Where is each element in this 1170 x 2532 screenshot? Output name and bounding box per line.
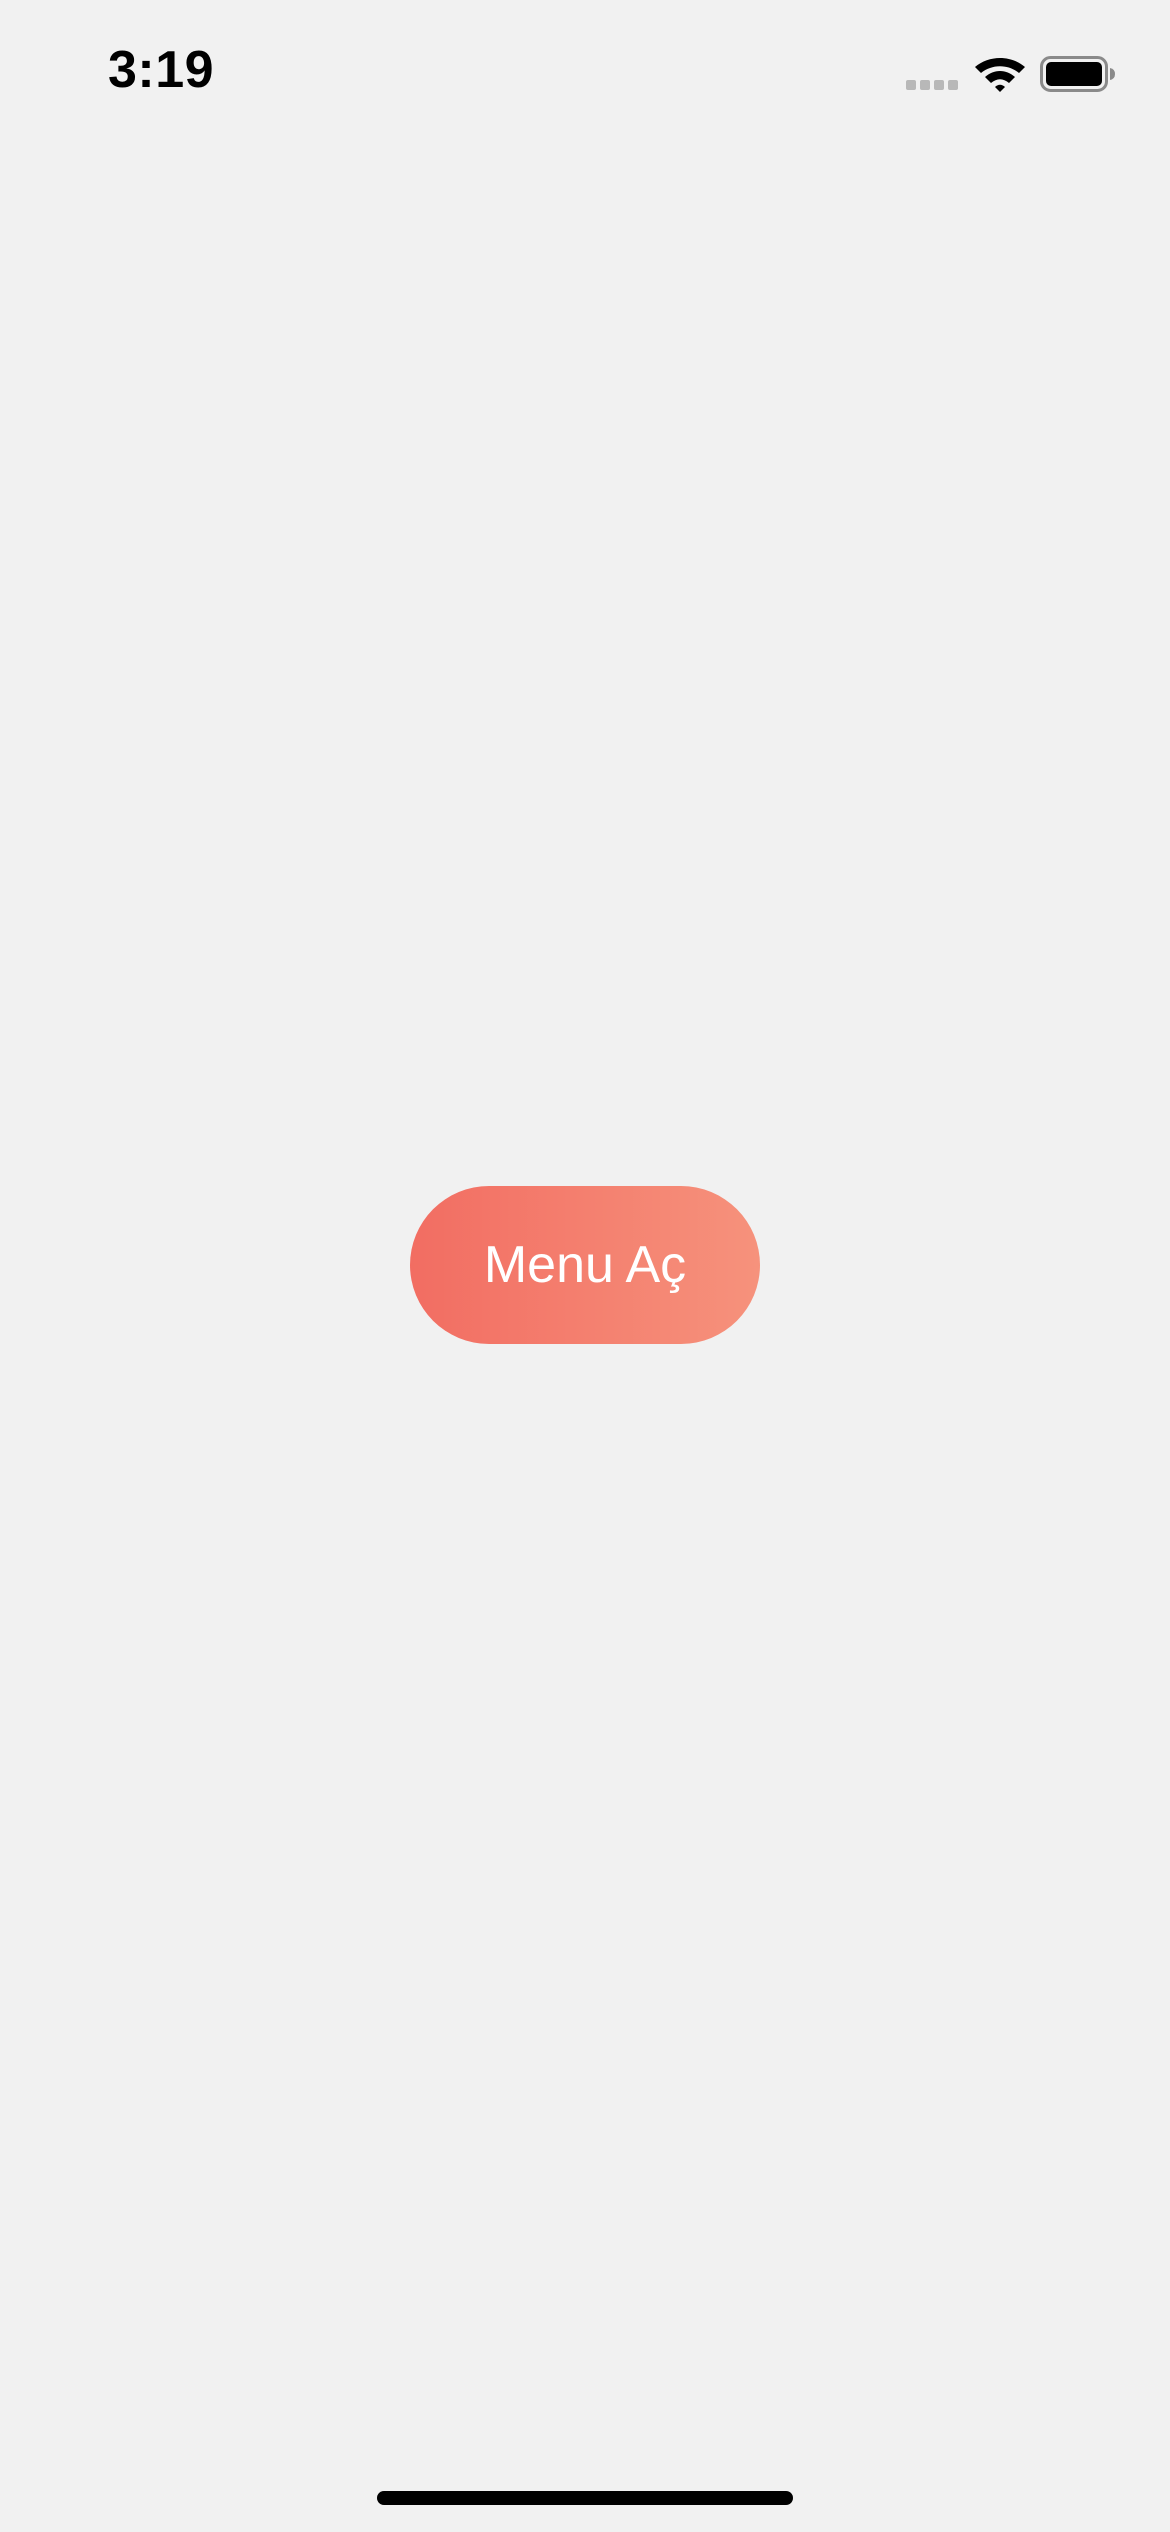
open-menu-button-label: Menu Aç <box>483 1236 687 1294</box>
battery-icon <box>1040 56 1115 92</box>
status-bar: 3:19 <box>0 0 1170 140</box>
status-time: 3:19 <box>108 41 215 99</box>
home-indicator[interactable] <box>377 2491 793 2505</box>
open-menu-button[interactable]: Menu Aç <box>410 1186 760 1344</box>
wifi-icon <box>975 58 1025 92</box>
signal-icon <box>906 80 960 92</box>
